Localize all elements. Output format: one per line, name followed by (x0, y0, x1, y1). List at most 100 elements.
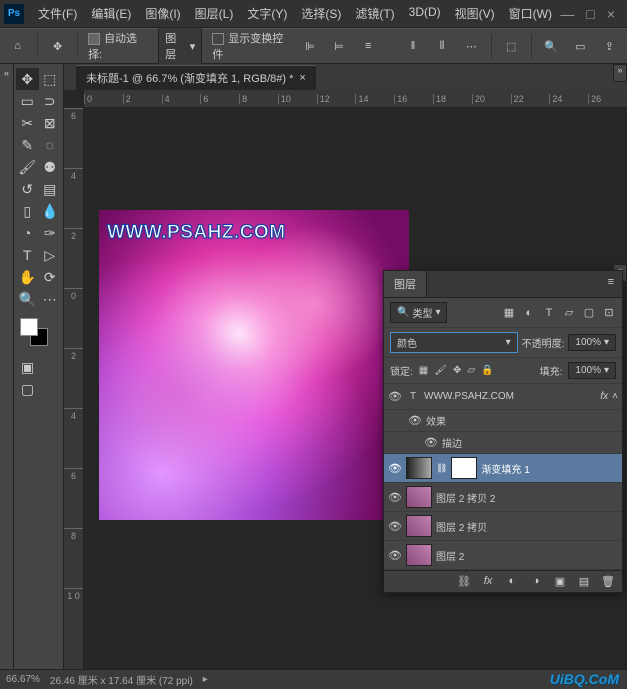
crop-tool[interactable]: ✂ (16, 112, 39, 134)
menu-image[interactable]: 图像(I) (139, 2, 186, 25)
visibility-icon[interactable]: 👁 (388, 491, 402, 504)
menu-view[interactable]: 视图(V) (449, 2, 501, 25)
home-icon[interactable]: ⌂ (8, 36, 27, 56)
fx-badge[interactable]: fx (600, 391, 608, 402)
rotate-tool[interactable]: ⟳ (39, 266, 62, 288)
layer-copy2[interactable]: 👁 图层 2 拷贝 2 (384, 483, 622, 512)
more-icon[interactable]: ⋯ (462, 36, 481, 56)
group-icon[interactable]: ▣ (552, 575, 568, 588)
foreground-swatch[interactable] (20, 318, 38, 336)
visibility-icon[interactable]: 👁 (408, 414, 422, 427)
history-brush-tool[interactable]: ↺ (16, 178, 39, 200)
menu-layer[interactable]: 图层(L) (189, 2, 240, 25)
canvas[interactable]: WWW.PSAHZ.COM (99, 210, 409, 520)
panel-menu-icon[interactable]: ≡ (600, 271, 622, 297)
new-layer-icon[interactable]: ▤ (576, 575, 592, 588)
zoom-level[interactable]: 66.67% (6, 674, 40, 685)
3d-mode-icon[interactable]: ⬚ (502, 36, 521, 56)
frame-tool[interactable]: ⊠ (39, 112, 62, 134)
close-icon[interactable]: × (607, 6, 615, 22)
link-icon[interactable]: ⛓ (436, 463, 447, 474)
filter-adjust-icon[interactable]: ◐ (522, 306, 536, 320)
quickmask-tool[interactable]: ▣ (16, 356, 39, 378)
menu-3d[interactable]: 3D(D) (403, 2, 447, 25)
visibility-icon[interactable]: 👁 (424, 436, 438, 449)
dodge-tool[interactable]: ◔ (16, 222, 39, 244)
path-tool[interactable]: ✑ (39, 222, 62, 244)
mask-icon[interactable]: ◐ (504, 575, 520, 588)
layer-copy[interactable]: 👁 图层 2 拷贝 (384, 512, 622, 541)
adjustment-icon[interactable]: ◑ (528, 575, 544, 588)
filter-shape-icon[interactable]: ▱ (562, 306, 576, 320)
share-icon[interactable]: ⇪ (600, 36, 619, 56)
auto-select-checkbox[interactable]: 自动选择: (88, 30, 148, 62)
align-icon-2[interactable]: ⊨ (330, 36, 349, 56)
pen-tool[interactable]: ▯ (16, 200, 39, 222)
collapse-icon[interactable]: ˄ (612, 391, 618, 402)
opacity-input[interactable]: 100% ▾ (568, 334, 616, 351)
auto-select-target[interactable]: 图层 ▾ (158, 27, 202, 65)
fx-icon[interactable]: fx (480, 575, 496, 588)
fill-input[interactable]: 100% ▾ (568, 362, 616, 379)
left-collapse-tab[interactable]: « (0, 64, 14, 669)
menu-type[interactable]: 文字(Y) (241, 2, 293, 25)
visibility-icon[interactable]: 👁 (388, 462, 402, 475)
visibility-icon[interactable]: 👁 (388, 549, 402, 562)
minimize-icon[interactable]: — (560, 6, 574, 22)
move-tool[interactable]: ✥ (16, 68, 39, 90)
status-arrow-icon[interactable]: ▸ (203, 674, 208, 685)
artboard-tool[interactable]: ⬚ (39, 68, 62, 90)
lock-all-icon[interactable]: 🔒 (481, 365, 493, 376)
edit-toolbar[interactable]: ⋯ (39, 288, 62, 310)
lasso-tool[interactable]: ⊃ (39, 90, 62, 112)
screenmode-tool[interactable]: ▢ (16, 378, 39, 400)
align-icon-3[interactable]: ≡ (359, 36, 378, 56)
layer-fx[interactable]: 👁 效果 (384, 410, 622, 432)
color-swatches[interactable] (16, 318, 61, 350)
align-icon-1[interactable]: ⊫ (301, 36, 320, 56)
gradient-tool[interactable]: ▤ (39, 178, 62, 200)
maximize-icon[interactable]: □ (586, 6, 594, 22)
blend-mode-select[interactable]: 颜色 ▾ (390, 332, 518, 353)
lock-artboard-icon[interactable]: ▱ (467, 365, 475, 376)
menu-file[interactable]: 文件(F) (32, 2, 83, 25)
right-panel-collapse-1[interactable]: » (613, 64, 627, 82)
distribute-icon-2[interactable]: ⫴ (433, 36, 452, 56)
link-layers-icon[interactable]: ⛓ (456, 575, 472, 588)
layer-text[interactable]: 👁 T WWW.PSAHZ.COM fx ˄ (384, 384, 622, 410)
zoom-tool[interactable]: 🔍 (16, 288, 39, 310)
filter-smart-icon[interactable]: ▢ (582, 306, 596, 320)
close-tab-icon[interactable]: × (299, 72, 305, 84)
layer-gradient-fill[interactable]: 👁 ⛓ 渐变填充 1 (384, 454, 622, 483)
search-icon[interactable]: 🔍 (542, 36, 561, 56)
lock-pixels-icon[interactable]: ▦ (419, 365, 428, 376)
menu-select[interactable]: 选择(S) (295, 2, 347, 25)
marquee-tool[interactable]: ▭ (16, 90, 39, 112)
menu-edit[interactable]: 编辑(E) (85, 2, 137, 25)
layer-2[interactable]: 👁 图层 2 (384, 541, 622, 570)
menu-filter[interactable]: 滤镜(T) (349, 2, 400, 25)
layer-filter-select[interactable]: 🔍 类型 ▾ (390, 302, 447, 323)
layers-tab[interactable]: 图层 (384, 271, 427, 297)
workspace-icon[interactable]: ▭ (571, 36, 590, 56)
shape-tool[interactable]: ✋ (16, 266, 39, 288)
filter-pixel-icon[interactable]: ▦ (502, 306, 516, 320)
direct-select-tool[interactable]: ▷ (39, 244, 62, 266)
blur-tool[interactable]: 💧 (39, 200, 62, 222)
lock-paint-icon[interactable]: 🖌 (434, 365, 447, 376)
distribute-icon-1[interactable]: ‖ (404, 36, 423, 56)
filter-type-icon[interactable]: T (542, 306, 556, 320)
filter-toggle-icon[interactable]: ⊡ (602, 306, 616, 320)
document-tab[interactable]: 未标题-1 @ 66.7% (渐变填充 1, RGB/8#) * × (76, 65, 316, 90)
menu-window[interactable]: 窗口(W) (503, 2, 558, 25)
delete-icon[interactable]: 🗑 (600, 575, 616, 588)
type-tool[interactable]: T (16, 244, 39, 266)
selection-tool[interactable]: ◌ (39, 134, 62, 156)
clone-tool[interactable]: ⚉ (39, 156, 62, 178)
brush-tool[interactable]: 🖌 (16, 156, 39, 178)
show-transform-checkbox[interactable]: 显示变换控件 (212, 30, 290, 62)
visibility-icon[interactable]: 👁 (388, 390, 402, 403)
move-icon[interactable]: ✥ (48, 36, 67, 56)
lock-move-icon[interactable]: ✥ (453, 365, 461, 376)
eyedropper-tool[interactable]: ✎ (16, 134, 39, 156)
